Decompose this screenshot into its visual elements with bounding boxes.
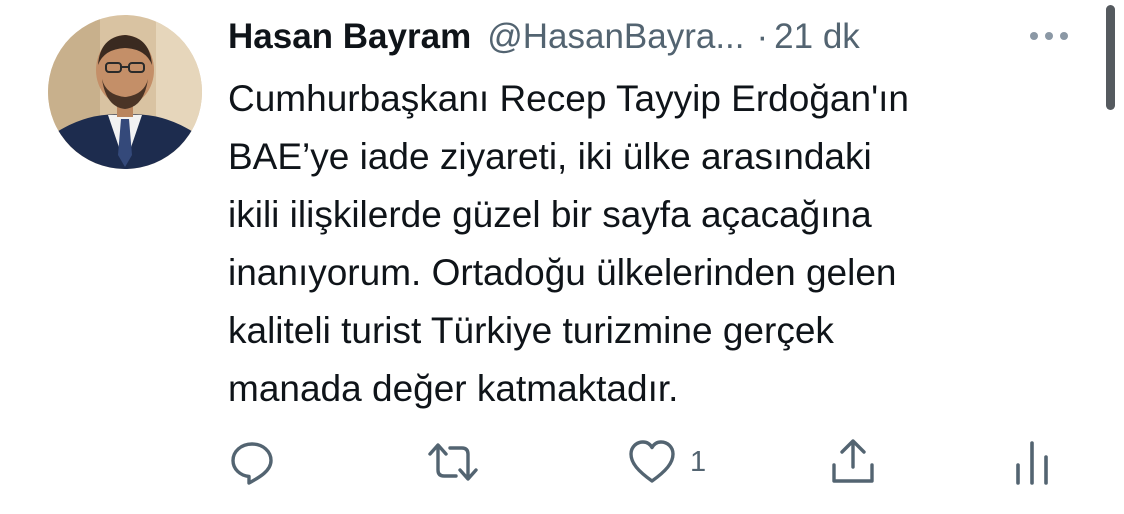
tweet-header: Hasan Bayram @HasanBayra... · 21 dk xyxy=(228,14,860,60)
retweet-arrows-icon xyxy=(428,443,478,481)
tweet-text-line: inanıyorum. Ortadoğu ülkelerinden gelen xyxy=(228,252,897,293)
tweet-text-line: kaliteli turist Türkiye turizmine gerçek xyxy=(228,310,834,351)
share-button[interactable] xyxy=(828,436,878,488)
speech-bubble-icon xyxy=(231,442,273,485)
header-separator: · xyxy=(756,17,769,56)
bar-chart-icon xyxy=(1016,441,1048,485)
more-dots-icon xyxy=(1030,32,1068,40)
author-display-name[interactable]: Hasan Bayram xyxy=(228,17,471,57)
tweet-timestamp[interactable]: 21 dk xyxy=(774,17,860,57)
scrollbar-thumb[interactable] xyxy=(1106,5,1115,110)
more-options-button[interactable] xyxy=(1026,22,1072,50)
author-avatar[interactable] xyxy=(48,15,202,169)
reply-button[interactable] xyxy=(228,436,276,488)
tweet-text: Cumhurbaşkanı Recep Tayyip Erdoğan'ın BA… xyxy=(228,70,1088,418)
like-button[interactable]: 1 xyxy=(628,436,706,488)
tweet-text-line: Cumhurbaşkanı Recep Tayyip Erdoğan'ın xyxy=(228,78,909,119)
tweet-text-line: ikili ilişkilerde güzel bir sayfa açacağ… xyxy=(228,194,872,235)
like-count: 1 xyxy=(690,445,707,478)
share-upload-icon xyxy=(832,439,874,483)
tweet-text-line: manada değer katmaktadır. xyxy=(228,368,679,409)
tweet-text-line: BAE’ye iade ziyareti, iki ülke arasındak… xyxy=(228,136,872,177)
retweet-button[interactable] xyxy=(426,436,480,488)
analytics-button[interactable] xyxy=(1012,436,1052,488)
heart-icon xyxy=(629,440,675,483)
author-handle[interactable]: @HasanBayra... xyxy=(487,17,744,57)
